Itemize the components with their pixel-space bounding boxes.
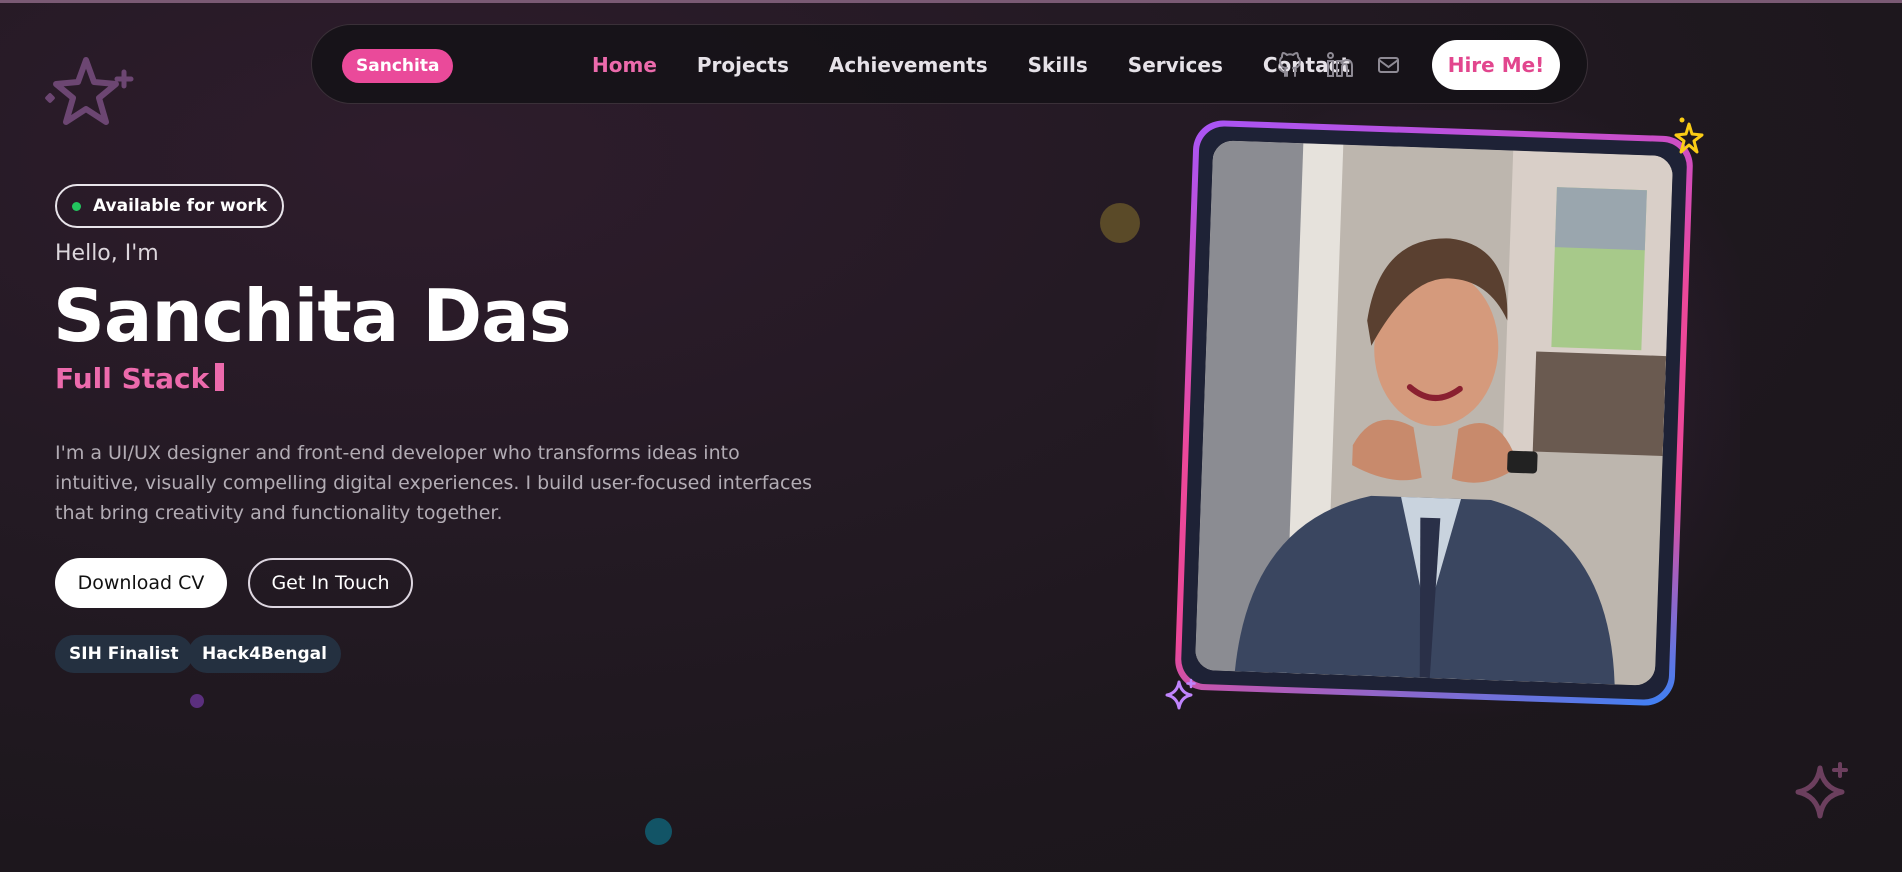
typed-role-text: Full Stack	[55, 362, 210, 395]
profile-photo-frame	[1174, 119, 1694, 707]
decorative-blob	[190, 694, 204, 708]
typed-role: Full Stack	[55, 362, 225, 395]
status-dot-icon	[72, 202, 81, 211]
download-cv-button[interactable]: Download CV	[55, 558, 227, 608]
github-icon[interactable]	[1275, 49, 1307, 81]
hero-name: Sanchita Das	[53, 274, 572, 358]
linkedin-icon[interactable]	[1324, 49, 1356, 81]
profile-photo	[1194, 140, 1674, 686]
get-in-touch-button[interactable]: Get In Touch	[248, 558, 413, 608]
nav-link-achievements[interactable]: Achievements	[829, 53, 988, 77]
tag-sih-finalist: SIH Finalist	[55, 635, 193, 673]
nav-link-services[interactable]: Services	[1128, 53, 1223, 77]
sparkle-icon	[1674, 117, 1704, 154]
sparkle-icon	[1165, 678, 1196, 710]
hero-bio: I'm a UI/UX designer and front-end devel…	[55, 442, 813, 524]
decorative-blob	[645, 818, 672, 845]
nav-link-skills[interactable]: Skills	[1028, 53, 1088, 77]
nav-link-projects[interactable]: Projects	[697, 53, 789, 77]
profile-photo-illustration	[1194, 140, 1674, 686]
brand-logo[interactable]: Sanchita	[342, 49, 454, 83]
status-badge-label: Available for work	[93, 196, 268, 216]
sparkle-icon	[45, 57, 134, 125]
sparkle-icon	[1795, 762, 1848, 819]
top-navbar: Sanchita Home Projects Achievements Skil…	[311, 24, 1588, 104]
greeting-text: Hello, I'm	[55, 241, 159, 266]
hire-me-button[interactable]: Hire Me!	[1432, 40, 1560, 90]
nav-links: Home Projects Achievements Skills Servic…	[592, 25, 1350, 105]
nav-link-home[interactable]: Home	[592, 53, 657, 77]
status-badge: Available for work	[55, 184, 285, 228]
top-accent-line	[0, 0, 1902, 3]
tag-hack4bengal: Hack4Bengal	[188, 635, 341, 673]
typing-cursor	[215, 363, 225, 391]
mail-icon[interactable]	[1372, 49, 1404, 81]
